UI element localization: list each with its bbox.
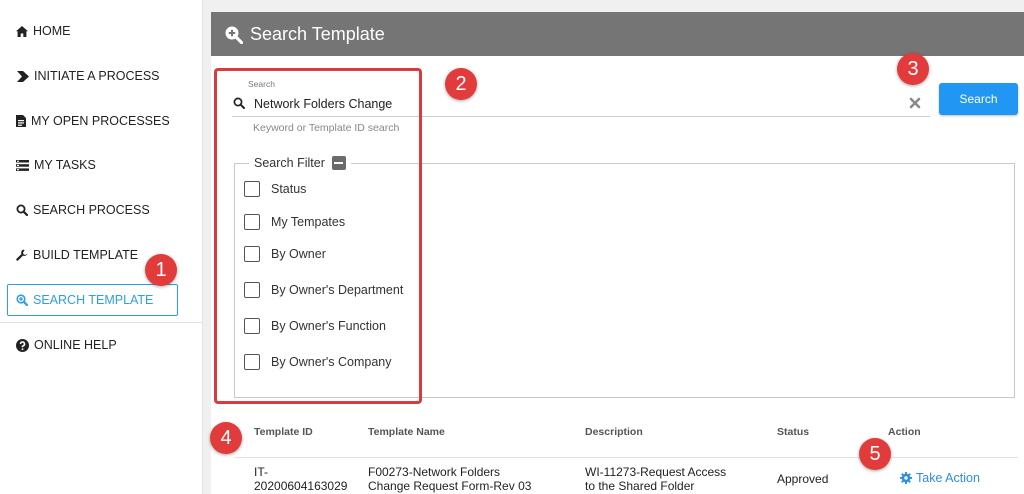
sidebar-divider <box>0 322 202 323</box>
close-icon[interactable] <box>909 97 921 109</box>
chevron-right-icon <box>17 70 29 82</box>
sidebar-item-label: HOME <box>33 24 71 38</box>
wrench-icon <box>16 249 28 261</box>
annotation-badge-1: 1 <box>145 254 177 286</box>
sidebar-item-label: ONLINE HELP <box>34 338 117 352</box>
sidebar-item-label: BUILD TEMPLATE <box>33 248 139 262</box>
zoom-in-icon <box>16 294 28 306</box>
sidebar-item-build-template[interactable]: BUILD TEMPLATE <box>16 245 138 265</box>
sidebar-item-label: MY TASKS <box>34 158 96 172</box>
column-header-status[interactable]: Status <box>777 426 809 438</box>
cell-template-name: F00273-Network Folders Change Request Fo… <box>368 465 531 493</box>
page-header: Search Template <box>211 12 1024 56</box>
sidebar-item-search-process[interactable]: SEARCH PROCESS <box>16 200 150 220</box>
column-header-template-name[interactable]: Template Name <box>368 426 445 438</box>
document-icon <box>16 115 26 127</box>
annotation-badge-2: 2 <box>445 68 477 100</box>
column-header-template-id[interactable]: Template ID <box>254 426 313 438</box>
cell-description: WI-11273-Request Access to the Shared Fo… <box>585 465 726 493</box>
page-title: Search Template <box>250 23 385 44</box>
cell-line: F00273-Network Folders <box>368 465 501 479</box>
sidebar-item-initiate-process[interactable]: INITIATE A PROCESS <box>16 66 160 86</box>
column-header-action: Action <box>888 426 921 438</box>
cell-line: WI-11273-Request Access <box>585 465 727 479</box>
cell-line: IT- <box>254 465 268 479</box>
sidebar: HOME INITIATE A PROCESS MY OPEN PROCESSE… <box>0 0 203 494</box>
annotation-badge-3: 3 <box>897 53 929 85</box>
gear-icon <box>900 472 912 484</box>
search-icon <box>16 204 28 216</box>
sidebar-item-my-tasks[interactable]: MY TASKS <box>16 155 96 175</box>
tasks-icon <box>16 159 29 171</box>
table-header-divider <box>234 457 1018 458</box>
cell-line: Change Request Form-Rev 03 <box>368 479 532 493</box>
column-header-description[interactable]: Description <box>585 426 643 438</box>
cell-status: Approved <box>777 472 829 486</box>
take-action-link[interactable]: Take Action <box>900 471 980 485</box>
zoom-in-icon <box>224 25 243 44</box>
sidebar-item-label: SEARCH PROCESS <box>33 203 150 217</box>
sidebar-item-home[interactable]: HOME <box>16 21 71 41</box>
cell-line: 20200604163029 <box>254 479 348 493</box>
sidebar-item-label: INITIATE A PROCESS <box>34 69 160 83</box>
home-icon <box>16 25 28 37</box>
sidebar-item-label: SEARCH TEMPLATE <box>33 293 154 307</box>
cell-line: to the Shared Folder <box>585 479 695 493</box>
annotation-badge-5: 5 <box>859 438 891 470</box>
highlight-box <box>214 68 422 404</box>
sidebar-item-my-open-processes[interactable]: MY OPEN PROCESSES <box>16 111 170 131</box>
sidebar-item-online-help[interactable]: ONLINE HELP <box>16 335 117 355</box>
help-icon <box>16 338 29 352</box>
search-button[interactable]: Search <box>939 83 1018 115</box>
take-action-label: Take Action <box>916 471 980 485</box>
sidebar-item-label: MY OPEN PROCESSES <box>31 114 170 128</box>
sidebar-item-search-template[interactable]: SEARCH TEMPLATE <box>7 284 178 316</box>
annotation-badge-4: 4 <box>210 422 242 454</box>
cell-template-id: IT- 20200604163029 <box>254 465 347 493</box>
